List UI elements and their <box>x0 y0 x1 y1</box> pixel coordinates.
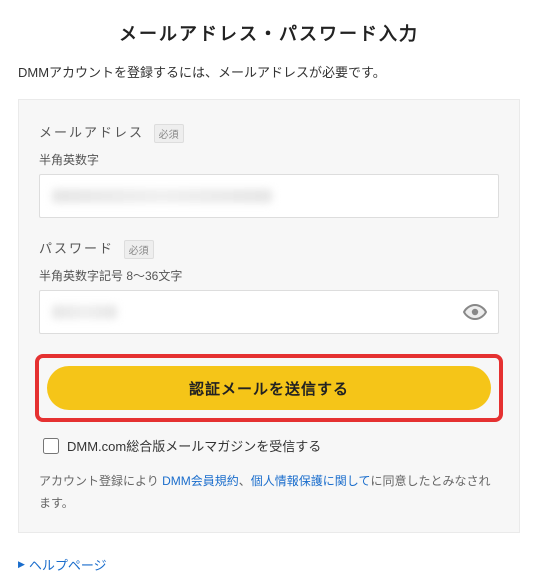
email-input[interactable] <box>39 174 499 218</box>
newsletter-label: DMM.com総合版メールマガジンを受信する <box>67 436 321 455</box>
registration-form-card: メールアドレス 必須 半角英数字 パスワード 必須 半角英数字記号 8～36文字 <box>18 99 520 533</box>
submit-highlight-frame: 認証メールを送信する <box>35 354 503 422</box>
email-hint: 半角英数字 <box>39 151 499 168</box>
send-verification-button[interactable]: 認証メールを送信する <box>47 366 491 410</box>
terms-text: アカウント登録により DMM会員規約、個人情報保護に関してに同意したとみなされま… <box>39 471 499 514</box>
required-badge: 必須 <box>154 124 184 143</box>
password-input[interactable] <box>39 290 499 334</box>
newsletter-checkbox-row[interactable]: DMM.com総合版メールマガジンを受信する <box>39 436 499 455</box>
terms-link-membership[interactable]: DMM会員規約 <box>162 474 239 488</box>
email-field-block: メールアドレス 必須 半角英数字 <box>39 122 499 218</box>
chevron-right-icon: ▶ <box>18 559 25 570</box>
email-label: メールアドレス <box>39 122 144 141</box>
password-label: パスワード <box>39 238 114 257</box>
email-obscured-value <box>52 189 272 203</box>
password-obscured-value <box>52 305 117 319</box>
password-field-block: パスワード 必須 半角英数字記号 8～36文字 <box>39 238 499 334</box>
terms-link-privacy[interactable]: 個人情報保護に関して <box>251 474 371 488</box>
help-page-link[interactable]: ▶ ヘルプページ <box>18 555 107 574</box>
help-link-label: ヘルプページ <box>29 555 107 574</box>
password-hint: 半角英数字記号 8～36文字 <box>39 267 499 284</box>
page-title: メールアドレス・パスワード入力 <box>18 20 520 46</box>
terms-prefix: アカウント登録により <box>39 474 162 488</box>
eye-icon[interactable] <box>463 300 487 324</box>
newsletter-checkbox[interactable] <box>43 438 59 454</box>
required-badge: 必須 <box>124 240 154 259</box>
page-subtitle: DMMアカウントを登録するには、メールアドレスが必要です。 <box>18 62 520 81</box>
terms-sep: 、 <box>239 474 251 488</box>
